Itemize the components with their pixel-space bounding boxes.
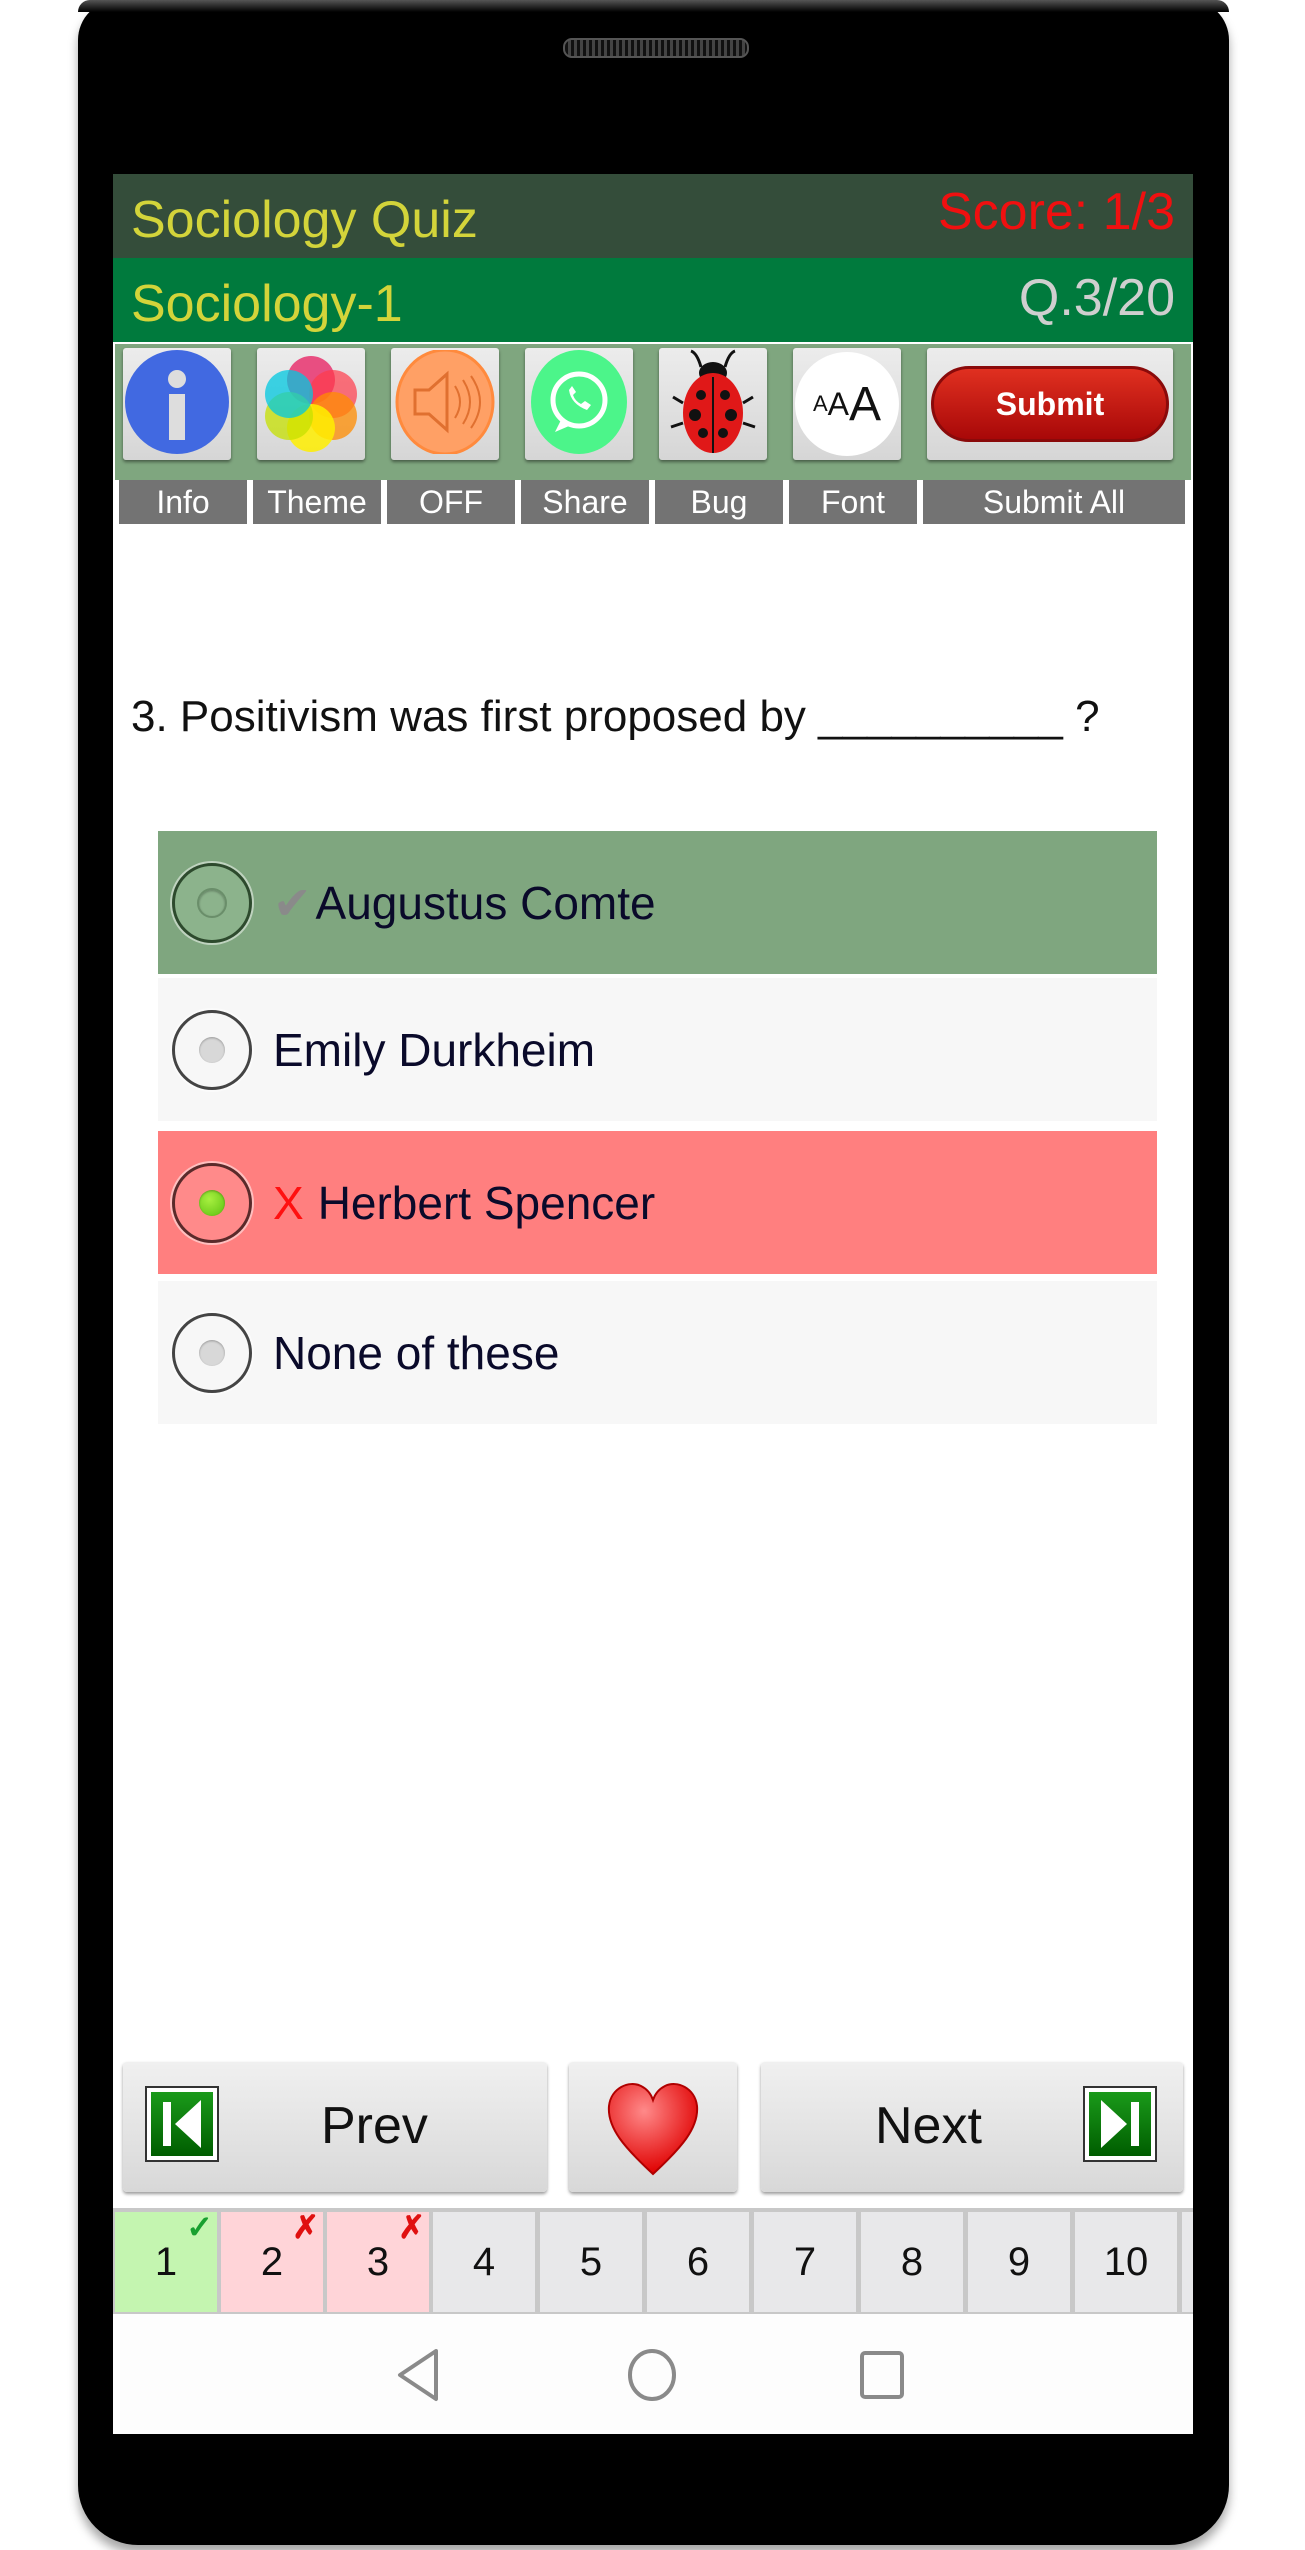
option-2[interactable]: Emily Durkheim — [158, 978, 1157, 1121]
page-button-6[interactable]: 6 — [647, 2212, 749, 2312]
speaker-grille — [563, 38, 749, 58]
subheader: Sociology-1 Q.3/20 — [113, 258, 1193, 342]
page-button-1[interactable]: 1 ✓ — [115, 2209, 217, 2312]
back-icon[interactable] — [396, 2348, 440, 2407]
quiz-subject: Sociology-1 — [131, 275, 403, 333]
page-button-3[interactable]: 3 ✗ — [327, 2209, 429, 2312]
toolbar: AAA Submit — [115, 344, 1191, 480]
correct-check-icon: ✓ — [186, 2209, 213, 2245]
page-button-5[interactable]: 5 — [540, 2212, 642, 2312]
option-3[interactable]: X Herbert Spencer — [158, 1131, 1157, 1274]
ladybug-icon — [661, 347, 765, 462]
font-size-icon: AAA — [795, 352, 899, 456]
phone-bezel-highlight — [78, 0, 1229, 12]
whatsapp-icon — [527, 349, 631, 459]
page-button-7[interactable]: 7 — [754, 2212, 856, 2312]
font-label[interactable]: Font — [789, 480, 917, 524]
question-counter: Q.3/20 — [1018, 269, 1175, 327]
question-text: 3. Positivism was first proposed by ____… — [131, 692, 1100, 741]
page-button-8[interactable]: 8 — [861, 2212, 963, 2312]
favorite-button[interactable] — [569, 2062, 737, 2192]
option-1[interactable]: ✔Augustus Comte — [158, 831, 1157, 974]
font-size-button[interactable]: AAA — [793, 348, 901, 460]
radio-button-selected[interactable] — [172, 1162, 252, 1243]
submit-all-label[interactable]: Submit All — [923, 480, 1185, 524]
option-4[interactable]: None of these — [158, 1281, 1157, 1424]
system-navigation-bar — [113, 2314, 1193, 2434]
toolbar-labels: Info Theme OFF Share Bug Font Submit All — [113, 480, 1193, 524]
wrong-x-icon: ✗ — [398, 2209, 425, 2245]
option-label: Herbert Spencer — [317, 1176, 656, 1229]
sound-toggle-button[interactable] — [391, 348, 499, 460]
page-button-9[interactable]: 9 — [968, 2212, 1070, 2312]
heart-icon — [605, 2078, 701, 2183]
app-screen: Sociology Quiz Score: 1/3 Sociology-1 Q.… — [113, 174, 1193, 2434]
skip-forward-icon — [1083, 2086, 1157, 2162]
recents-icon[interactable] — [859, 2350, 905, 2405]
radio-button[interactable] — [172, 1312, 252, 1393]
checkmark-icon: ✔ — [273, 876, 312, 929]
bug-label[interactable]: Bug — [655, 480, 783, 524]
page-button-2[interactable]: 2 ✗ — [221, 2209, 323, 2312]
bug-report-button[interactable] — [659, 348, 767, 460]
wrong-x-icon: ✗ — [292, 2209, 319, 2245]
info-label[interactable]: Info — [119, 480, 247, 524]
theme-button[interactable] — [257, 348, 365, 460]
prev-button[interactable]: Prev — [123, 2062, 547, 2192]
page-button-partial[interactable] — [1182, 2212, 1193, 2312]
prev-label: Prev — [321, 2097, 428, 2155]
wrong-mark-icon: X — [273, 1176, 304, 1229]
info-button[interactable] — [123, 348, 231, 460]
home-icon[interactable] — [626, 2348, 678, 2407]
submit-icon: Submit — [931, 366, 1169, 442]
question-page-strip: 1 ✓ 2 ✗ 3 ✗ 4 5 6 7 8 9 10 — [113, 2208, 1193, 2314]
app-header: Sociology Quiz Score: 1/3 — [113, 174, 1193, 258]
page-button-10[interactable]: 10 — [1075, 2212, 1177, 2312]
info-icon — [125, 349, 229, 459]
option-label: Augustus Comte — [315, 876, 656, 929]
sound-label[interactable]: OFF — [387, 480, 515, 524]
score-display: Score: 1/3 — [937, 183, 1175, 241]
submit-button[interactable]: Submit — [927, 348, 1173, 460]
option-label: None of these — [273, 1326, 560, 1379]
radio-button[interactable] — [172, 862, 252, 943]
speaker-icon — [393, 348, 497, 459]
share-label[interactable]: Share — [521, 480, 649, 524]
theme-label[interactable]: Theme — [253, 480, 381, 524]
option-label: Emily Durkheim — [273, 1023, 596, 1076]
share-button[interactable] — [525, 348, 633, 460]
page-button-4[interactable]: 4 — [433, 2212, 535, 2312]
theme-icon — [259, 350, 363, 459]
app-title: Sociology Quiz — [131, 191, 478, 249]
skip-back-icon — [145, 2086, 219, 2162]
next-button[interactable]: Next — [761, 2062, 1183, 2192]
radio-button[interactable] — [172, 1009, 252, 1090]
next-label: Next — [875, 2097, 982, 2155]
